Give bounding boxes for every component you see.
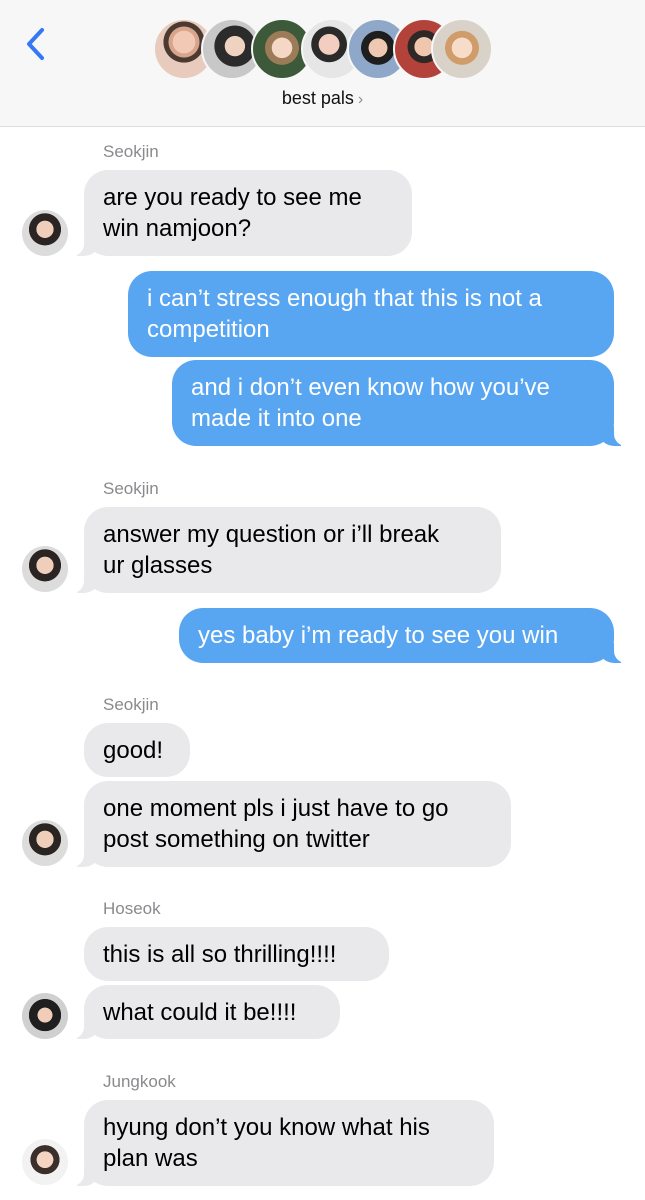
sender-name: Seokjin [103,695,159,714]
group-name[interactable]: best pals › [0,88,645,109]
chevron-left-icon [27,28,44,60]
message-line: good! [103,737,164,764]
avatar[interactable] [22,210,68,256]
sender-name: Hoseok [103,899,161,918]
message-line: made it into one [191,405,362,432]
message-bubble[interactable]: what could it be!!!! [64,985,340,1039]
message-bubble[interactable]: good! [84,723,190,777]
message-line: post something on twitter [103,826,370,853]
message-line: hyung don’t you know what his [103,1114,430,1141]
message-line: i can’t stress enough that this is not a [147,285,542,312]
message-line: win namjoon? [103,215,252,242]
sender-name: Seokjin [103,479,159,498]
message-line: one moment pls i just have to go [103,795,449,822]
message-bubble[interactable]: hyung don’t you know what his plan was [64,1100,494,1186]
message-bubble[interactable]: i can’t stress enough that this is not a… [128,271,614,357]
message-bubble[interactable]: one moment pls i just have to go post so… [64,781,511,867]
avatar [431,18,493,80]
back-button[interactable] [22,24,52,64]
message-line: this is all so thrilling!!!! [103,941,337,968]
avatar[interactable] [22,820,68,866]
conversation-header: best pals › [0,0,645,127]
message-line: are you ready to see me [103,184,362,211]
avatar[interactable] [22,1139,68,1185]
group-avatars[interactable] [153,18,493,82]
message-line: yes baby i’m ready to see you win [198,622,559,649]
message-bubble[interactable]: answer my question or i’ll break ur glas… [64,507,501,593]
message-line: and i don’t even know how you’ve [191,374,550,401]
sender-name: Seokjin [103,142,159,161]
message-bubble[interactable]: this is all so thrilling!!!! [84,927,389,981]
avatar[interactable] [22,993,68,1039]
message-line: plan was [103,1145,198,1172]
message-bubble[interactable]: and i don’t even know how you’ve made it… [172,360,634,446]
message-line: what could it be!!!! [103,999,297,1026]
message-line: answer my question or i’ll break [103,521,440,548]
message-bubble[interactable]: yes baby i’m ready to see you win [179,608,634,663]
message-bubble[interactable]: are you ready to see me win namjoon? [64,170,412,256]
message-line: competition [147,316,270,343]
message-line: ur glasses [103,552,213,579]
group-name-label: best pals [281,88,354,108]
sender-name: Jungkook [103,1072,176,1091]
avatar[interactable] [22,546,68,592]
chevron-right-icon: › [357,91,364,108]
